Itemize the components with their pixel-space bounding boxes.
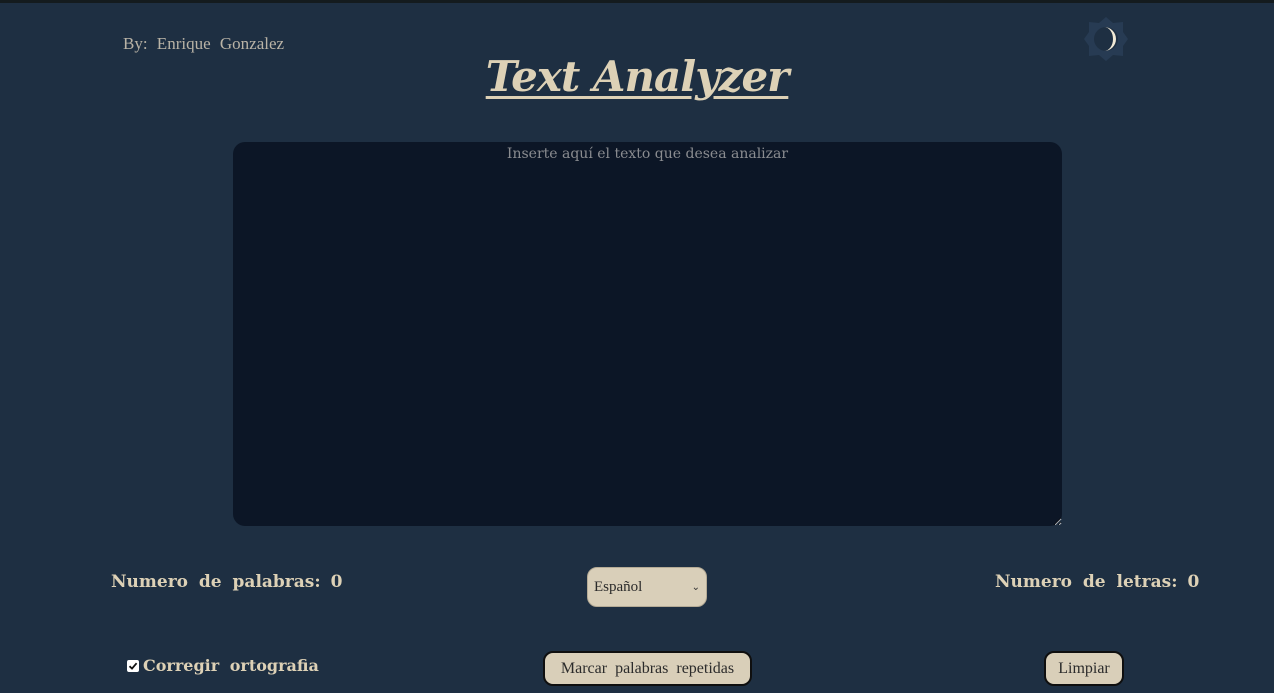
mark-repeated-words-button[interactable]: Marcar palabras repetidas — [543, 651, 752, 686]
top-border — [0, 0, 1274, 3]
clear-button[interactable]: Limpiar — [1044, 651, 1124, 686]
spellcheck-checkbox[interactable] — [127, 659, 139, 672]
letter-count-label: Numero de letras: — [995, 572, 1178, 592]
letter-count: Numero de letras: 0 — [995, 572, 1199, 592]
checkmark-icon — [128, 662, 138, 670]
word-count-label: Numero de palabras: — [111, 572, 321, 592]
author-credit: By: Enrique Gonzalez — [123, 34, 285, 53]
language-select-value: Español — [594, 578, 643, 595]
language-select[interactable]: Español ⌄ — [587, 567, 707, 607]
word-count: Numero de palabras: 0 — [111, 572, 342, 592]
chevron-down-icon: ⌄ — [691, 581, 700, 593]
spellcheck-label: Corregir ortografia — [143, 656, 319, 675]
page-title: Text Analyzer — [485, 52, 790, 101]
word-count-value: 0 — [330, 572, 343, 592]
text-input-area[interactable] — [233, 142, 1062, 526]
letter-count-value: 0 — [1187, 572, 1200, 592]
spellcheck-option: Corregir ortografia — [127, 656, 319, 675]
